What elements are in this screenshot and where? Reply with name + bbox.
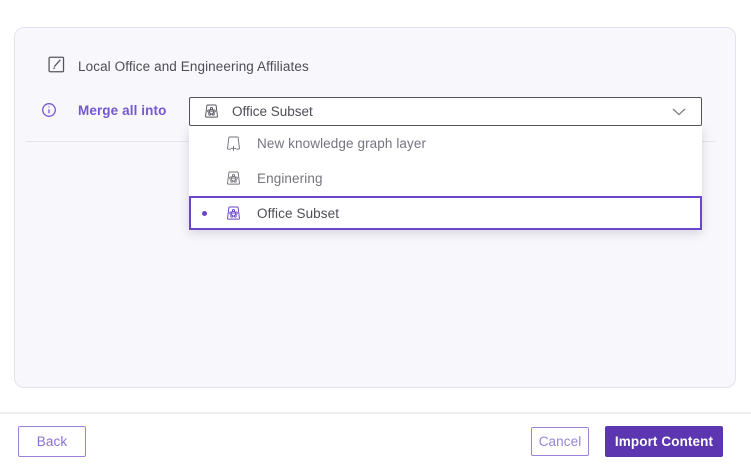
knowledge-graph-layer-icon (201, 102, 222, 121)
cancel-button[interactable]: Cancel (531, 427, 589, 456)
dropdown-option-enginering[interactable]: Enginering (189, 161, 702, 196)
knowledge-graph-layer-icon (223, 204, 244, 223)
footer-divider (0, 412, 751, 414)
source-layer-label: Local Office and Engineering Affiliates (78, 59, 309, 74)
option-label: New knowledge graph layer (257, 136, 426, 151)
edit-layer-icon (48, 56, 65, 73)
back-button[interactable]: Back (18, 426, 86, 457)
dropdown-option-office-subset[interactable]: Office Subset (189, 196, 702, 230)
import-content-button[interactable]: Import Content (605, 426, 723, 457)
merge-target-dropdown-menu: New knowledge graph layer Enginering (189, 126, 702, 230)
selected-bullet (202, 211, 207, 216)
merge-target-select[interactable]: Office Subset (189, 97, 702, 126)
info-icon[interactable] (41, 102, 57, 118)
import-options-panel: Local Office and Engineering Affiliates … (14, 27, 736, 388)
option-label: Office Subset (257, 206, 339, 221)
select-value: Office Subset (232, 104, 313, 119)
chevron-down-icon (672, 108, 686, 116)
new-knowledge-graph-layer-icon (223, 134, 244, 153)
option-label: Enginering (257, 171, 323, 186)
import-content-dialog: Local Office and Engineering Affiliates … (0, 0, 751, 470)
merge-all-into-label: Merge all into (78, 103, 166, 118)
knowledge-graph-layer-icon (223, 169, 244, 188)
dropdown-option-new-knowledge-graph-layer[interactable]: New knowledge graph layer (189, 126, 702, 161)
